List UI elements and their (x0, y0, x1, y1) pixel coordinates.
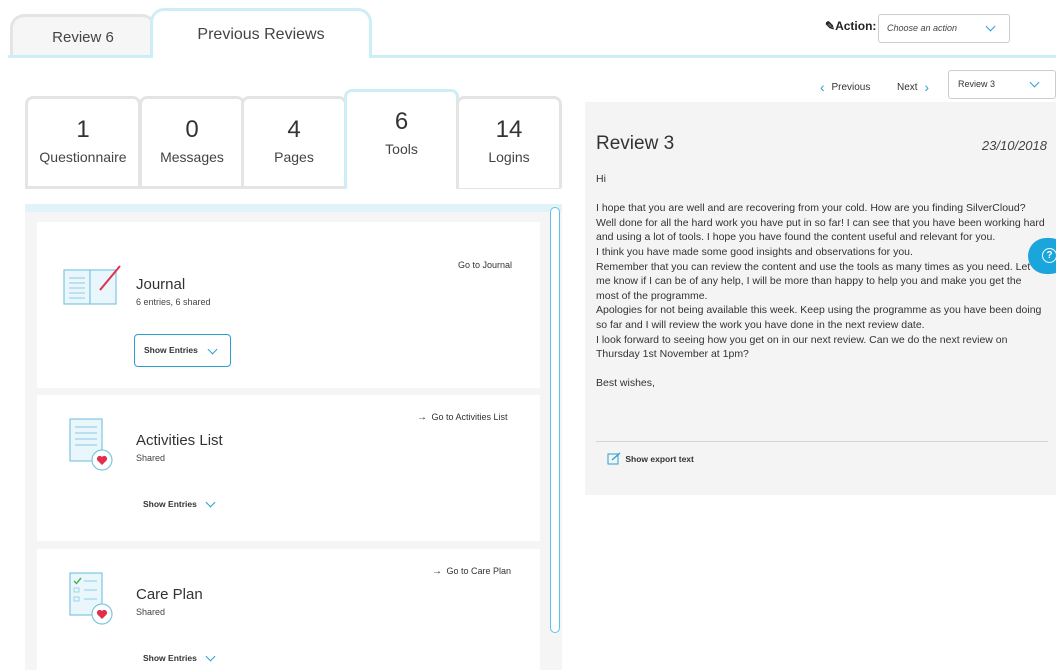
review-signoff: Best wishes, (596, 377, 655, 390)
review-select-value: Review 3 (958, 79, 996, 89)
chevron-down-icon (1029, 77, 1040, 88)
active-tab-gap (153, 54, 369, 59)
action-label: ✎Action: (825, 19, 876, 33)
chevron-right-icon: › (924, 79, 930, 95)
show-export-text-label: Show export text (625, 454, 694, 464)
go-to-journal-link[interactable]: Go to Journal (458, 260, 512, 270)
edit-icon (607, 452, 623, 465)
tool-title: Care Plan (136, 586, 203, 603)
review-body: Hi I hope that you are well and are reco… (596, 172, 1046, 391)
go-to-care-plan-link[interactable]: → Go to Care Plan (432, 566, 511, 577)
review-paragraph: I think you have made some good insights… (596, 245, 913, 258)
tab-previous-reviews-label: Previous Reviews (197, 26, 325, 43)
tools-scrollbar[interactable] (550, 207, 560, 633)
go-to-activities-list-link[interactable]: → Go to Activities List (417, 412, 508, 423)
help-button[interactable]: ? (1028, 238, 1056, 274)
next-review-link[interactable]: Next › (897, 79, 929, 95)
arrow-right-icon: → (417, 412, 427, 423)
previous-review-link[interactable]: ‹ Previous (820, 79, 870, 95)
review-greeting: Hi (596, 173, 606, 185)
journal-icon (62, 264, 122, 315)
tools-panel: Journal 6 entries, 6 shared Go to Journa… (25, 204, 562, 670)
review-paragraph: Remember that you can review the content… (596, 260, 1031, 302)
stat-label: Messages (160, 149, 224, 165)
tool-subtitle: 6 entries, 6 shared (136, 297, 211, 307)
stat-tab-tools[interactable]: 6 Tools (344, 89, 459, 189)
tool-subtitle: Shared (136, 607, 166, 617)
stat-label: Tools (385, 141, 418, 157)
show-export-text-button[interactable]: Show export text (607, 452, 694, 465)
pencil-icon: ✎ (825, 19, 836, 33)
stat-label: Questionnaire (39, 149, 127, 165)
action-placeholder: Choose an action (887, 23, 958, 33)
stat-label: Logins (488, 149, 530, 165)
tool-card-journal: Journal 6 entries, 6 shared Go to Journa… (37, 222, 540, 388)
stat-count: 0 (185, 116, 199, 143)
tab-review-6-label: Review 6 (52, 29, 114, 46)
tool-card-activities-list: Activities List Shared → Go to Activitie… (37, 395, 540, 541)
activities-list-icon (68, 417, 114, 478)
stat-tab-messages[interactable]: 0 Messages (139, 96, 245, 188)
stat-count: 6 (394, 108, 409, 135)
go-to-activities-list-label: Go to Activities List (431, 412, 508, 422)
stat-tab-questionnaire[interactable]: 1 Questionnaire (25, 96, 141, 188)
review-title: Review 3 (596, 133, 675, 154)
review-select[interactable]: Review 3 (948, 70, 1056, 99)
tool-title: Journal (136, 276, 186, 293)
stat-count: 14 (495, 116, 523, 143)
chevron-down-icon (207, 344, 218, 355)
review-paragraph: Apologies for not being available this w… (596, 304, 1042, 331)
show-entries-button[interactable]: Show Entries (143, 497, 223, 509)
care-plan-icon (68, 571, 114, 632)
chevron-down-icon (205, 497, 216, 508)
tool-subtitle: Shared (136, 453, 166, 463)
chevron-left-icon: ‹ (820, 79, 825, 95)
previous-label: Previous (831, 82, 871, 93)
stat-tab-pages[interactable]: 4 Pages (241, 96, 347, 188)
next-label: Next (897, 82, 918, 93)
show-entries-button[interactable]: Show Entries (134, 334, 231, 367)
show-entries-button[interactable]: Show Entries (143, 651, 223, 663)
tool-card-care-plan: Care Plan Shared → Go to Care Plan Show … (37, 549, 540, 670)
review-panel: Review 3 23/10/2018 Hi I hope that you a… (585, 102, 1056, 495)
go-to-care-plan-label: Go to Care Plan (446, 566, 512, 576)
tool-title: Activities List (136, 432, 223, 449)
question-icon: ? (1042, 248, 1056, 263)
action-label-text: Action: (835, 19, 877, 33)
chevron-down-icon (205, 651, 216, 662)
stat-label: Pages (274, 149, 314, 165)
arrow-right-icon: → (432, 566, 442, 577)
tab-review-6[interactable]: Review 6 (10, 14, 156, 58)
review-paragraph: I look forward to seeing how you get on … (596, 333, 1008, 361)
action-select[interactable]: Choose an action (878, 14, 1010, 43)
show-entries-label: Show Entries (143, 653, 197, 663)
show-entries-label: Show Entries (144, 345, 198, 355)
show-entries-label: Show Entries (143, 499, 197, 509)
review-date: 23/10/2018 (981, 138, 1047, 153)
stat-tab-logins[interactable]: 14 Logins (456, 96, 562, 188)
stat-count: 4 (287, 116, 301, 143)
review-paragraph: I hope that you are well and are recover… (596, 202, 1045, 244)
stat-count: 1 (76, 116, 90, 143)
chevron-down-icon (985, 21, 996, 32)
tab-previous-reviews[interactable]: Previous Reviews (150, 8, 372, 58)
review-divider (596, 441, 1048, 442)
